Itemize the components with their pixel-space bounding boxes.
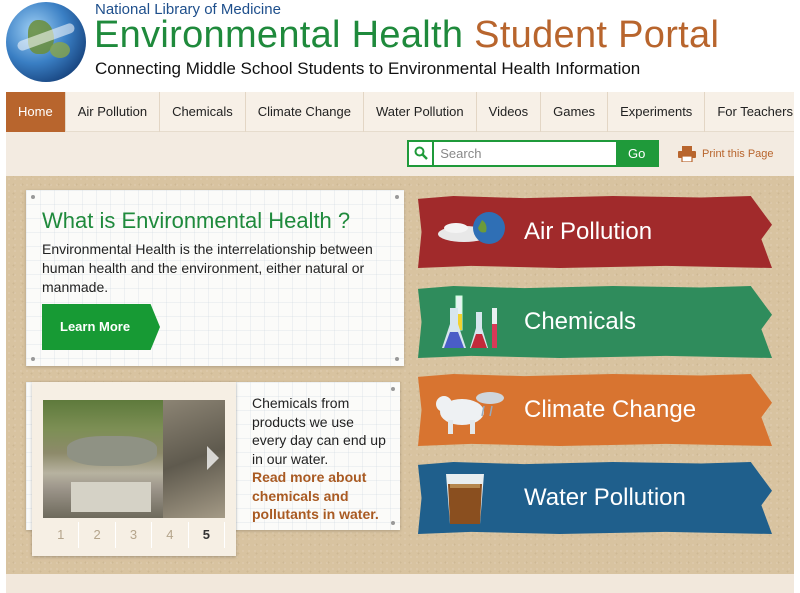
print-page-link[interactable]: Print this Page <box>678 146 774 162</box>
dirty-water-glass-icon <box>446 474 484 524</box>
nav-water-pollution[interactable]: Water Pollution <box>364 92 477 132</box>
search-icon <box>409 142 435 165</box>
toolbar: Go Print this Page <box>6 132 794 176</box>
next-arrow-icon[interactable] <box>207 446 219 470</box>
nav-chemicals[interactable]: Chemicals <box>160 92 246 132</box>
search-form: Go <box>407 140 659 167</box>
title-part-2: Student Portal <box>474 14 720 56</box>
slide-page-2[interactable]: 2 <box>79 522 116 548</box>
nav-for-teachers[interactable]: For Teachers <box>705 92 800 132</box>
topic-climate-change[interactable]: Climate Change <box>418 374 772 446</box>
learn-more-button[interactable]: Learn More <box>42 304 160 350</box>
image-slider: 1 2 3 4 5 <box>32 382 236 556</box>
topic-label: Air Pollution <box>524 218 653 245</box>
nav-games[interactable]: Games <box>541 92 609 132</box>
feature-card: 1 2 3 4 5 Chemicals from products we use… <box>26 382 400 556</box>
topic-label: Chemicals <box>524 308 637 335</box>
slide-pager: 1 2 3 4 5 <box>43 522 226 548</box>
earth-globe-logo[interactable] <box>6 2 86 82</box>
test-tubes-icon <box>442 295 497 348</box>
topic-label: Climate Change <box>524 396 697 423</box>
topic-air-pollution[interactable]: Air Pollution <box>418 196 772 268</box>
intro-body: Environmental Health is the interrelatio… <box>42 241 373 295</box>
search-input[interactable] <box>434 142 617 165</box>
slide-page-1[interactable]: 1 <box>43 522 80 548</box>
polar-bear-icon <box>436 392 504 434</box>
intro-heading: What is Environmental Health ? <box>42 208 351 233</box>
main-content: What is Environmental Health ? Environme… <box>6 176 794 574</box>
nav-home[interactable]: Home <box>6 92 66 132</box>
nav-air-pollution[interactable]: Air Pollution <box>66 92 161 132</box>
slide-page-5[interactable]: 5 <box>189 522 226 548</box>
site-footer <box>6 574 794 593</box>
topic-chemicals[interactable]: Chemicals <box>418 286 772 358</box>
site-header: National Library of Medicine Environment… <box>0 0 800 90</box>
print-label: Print this Page <box>702 148 774 160</box>
main-nav: Home Air Pollution Chemicals Climate Cha… <box>6 92 794 132</box>
slide-page-4[interactable]: 4 <box>152 522 189 548</box>
intro-card: What is Environmental Health ? Environme… <box>26 190 404 366</box>
site-title[interactable]: Environmental Health Student Portal <box>94 14 719 57</box>
feature-text: Chemicals from products we use every day… <box>252 395 386 467</box>
topic-water-pollution[interactable]: Water Pollution <box>418 462 772 534</box>
globe-smokestack-icon <box>438 212 505 244</box>
search-go-button[interactable]: Go <box>616 142 657 165</box>
nav-climate-change[interactable]: Climate Change <box>246 92 364 132</box>
site-subtitle: Connecting Middle School Students to Env… <box>95 59 641 78</box>
slide-page-3[interactable]: 3 <box>116 522 153 548</box>
printer-icon <box>678 146 696 162</box>
topic-label: Water Pollution <box>524 484 686 511</box>
nav-experiments[interactable]: Experiments <box>608 92 706 132</box>
feature-read-more-link[interactable]: Read more about chemicals and pollutants… <box>252 468 392 524</box>
nav-videos[interactable]: Videos <box>477 92 542 132</box>
slide-photo[interactable] <box>43 400 225 518</box>
title-part-1: Environmental Health <box>94 14 464 56</box>
